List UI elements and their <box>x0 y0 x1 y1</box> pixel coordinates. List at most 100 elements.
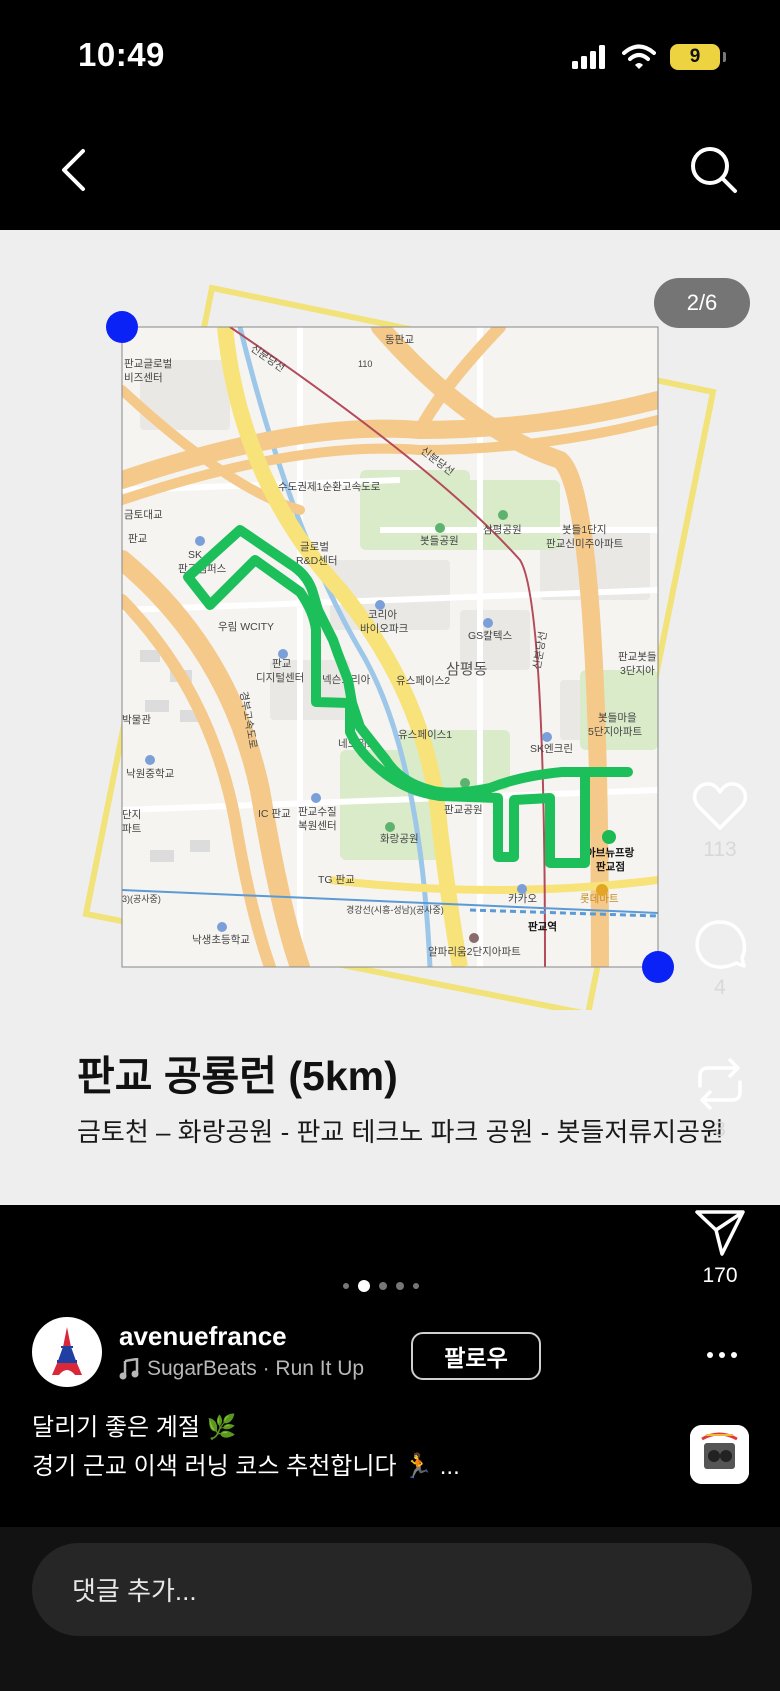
carousel-dot <box>343 1283 349 1289</box>
author-row: avenuefrance SugarBeats · Run It Up 팔로우 <box>32 1317 752 1389</box>
more-options-button[interactable] <box>692 1335 752 1375</box>
carousel-dot <box>413 1283 419 1289</box>
search-button[interactable] <box>684 140 744 200</box>
map-label-hwarang: 화랑공원 <box>380 833 419 845</box>
music-thumbnail[interactable] <box>690 1425 749 1484</box>
comment-count: 4 <box>714 976 726 999</box>
post-subtitle: 금토천 – 화랑공원 - 판교 테크노 파크 공원 - 봇들저류지공원 <box>77 1117 724 1147</box>
page-indicator: 2/6 <box>654 278 750 328</box>
more-dot <box>707 1352 713 1358</box>
map-label-sudogwon: 수도권제1순환고속도로 <box>278 481 381 493</box>
map-label-sampyeong-dong: 삼평동 <box>446 661 488 678</box>
map-label-pangyo-global: 판교글로벌 <box>124 358 172 370</box>
signal-icon <box>572 45 605 69</box>
music-info[interactable]: SugarBeats · Run It Up <box>119 1357 364 1381</box>
map-label-gyeonggang-left: 3)(공사중) <box>122 894 161 904</box>
battery-icon: 9 <box>670 44 726 70</box>
map-label-biz-center: 비즈센터 <box>124 372 163 384</box>
map-label-apt-left2: 파트 <box>122 823 142 835</box>
music-label: SugarBeats · Run It Up <box>147 1357 365 1380</box>
status-bar: 10:49 9 <box>0 0 780 110</box>
share-count: 170 <box>702 1264 738 1287</box>
map-label-korea-bio1: 코리아 <box>368 609 397 621</box>
music-note-icon <box>119 1358 139 1380</box>
map-label-woorim: 우림 WCITY <box>218 621 274 633</box>
status-icons: 9 <box>572 42 726 72</box>
map-label-tg-pangyo: TG 판교 <box>318 874 355 886</box>
comment-button[interactable]: 4 <box>670 918 770 1000</box>
comment-placeholder: 댓글 추가... <box>72 1576 197 1606</box>
map-label-pangyo-station: 판교역 <box>528 920 557 933</box>
comment-bar: 댓글 추가... <box>0 1527 780 1691</box>
repost-button[interactable]: 3 <box>670 1056 770 1142</box>
map-label-avenue2: 판교점 <box>596 860 625 873</box>
chevron-left-icon <box>62 149 85 191</box>
carousel-dots <box>343 1280 419 1292</box>
follow-button[interactable]: 팔로우 <box>411 1332 541 1380</box>
like-button[interactable]: 113 <box>670 780 770 862</box>
wifi-icon <box>622 44 656 69</box>
caption-line-1: 달리기 좋은 계절 🌿 <box>32 1414 237 1441</box>
author-username[interactable]: avenuefrance <box>119 1321 287 1352</box>
map-label-botdeul1-b: 판교신미주아파트 <box>546 538 624 550</box>
album-art-icon <box>690 1425 749 1484</box>
search-icon <box>691 147 737 193</box>
map-label-pangyo-botdeul3-b: 3단지아 <box>620 665 655 677</box>
map-label-ic-pangyo: IC 판교 <box>258 808 291 820</box>
map-label-pangyo-left: 판교 <box>128 533 148 545</box>
map-label-gs-caltex: GS칼텍스 <box>468 629 512 642</box>
map-label-botdeul5-b: 5단지아파트 <box>588 726 642 738</box>
map-label-exit110: 110 <box>358 359 372 369</box>
map-label-pangyo-botdeul3-a: 판교봇들 <box>618 651 657 663</box>
map-label-museum: 박물관 <box>122 714 151 726</box>
repost-count: 3 <box>714 1118 726 1141</box>
map-label-dongpangyo: 동판교 <box>385 334 414 346</box>
post-title: 판교 공룡런 (5km) <box>77 1053 398 1099</box>
map-label-global-rnd2: R&D센터 <box>296 555 338 567</box>
map-label-digital2: 디지털센터 <box>256 672 304 684</box>
map-label-botdeul5-a: 봇들마을 <box>598 712 637 724</box>
battery-level: 9 <box>689 46 701 67</box>
map-label-global-rnd1: 글로벌 <box>300 541 329 553</box>
more-dot <box>731 1352 737 1358</box>
map-label-gyeonggang: 경강선(시흥-성남)(공사중) <box>346 904 444 915</box>
map-label-botdeul1-a: 봇들1단지 <box>562 524 606 536</box>
eiffel-tower-logo-icon <box>52 1327 82 1375</box>
carousel-dot <box>379 1282 387 1290</box>
avatar[interactable] <box>32 1317 102 1387</box>
heart-icon <box>692 782 748 830</box>
route-map[interactable]: 신분당선 신분당선 신분당선 동판교 110 판교글로벌 비즈센터 수도권제1순… <box>0 230 780 1010</box>
map-label-sk-campus1: SK <box>188 549 202 561</box>
post-card[interactable]: 신분당선 신분당선 신분당선 동판교 110 판교글로벌 비즈센터 수도권제1순… <box>0 230 780 1205</box>
map-label-alpharium: 알파리움2단지아파트 <box>428 946 521 958</box>
send-icon <box>695 1210 745 1256</box>
caption-line-2: 경기 근교 이색 러닝 코스 추천합니다 🏃 ... <box>32 1453 460 1480</box>
carousel-dot <box>396 1282 404 1290</box>
map-label-ues1: 유스페이스1 <box>398 729 452 741</box>
map-label-nakwon-middle: 낙원중학교 <box>126 768 175 780</box>
map-label-water2: 복원센터 <box>298 820 337 832</box>
more-dot <box>719 1352 725 1358</box>
map-label-ues2: 유스페이스2 <box>396 675 450 687</box>
map-base: 신분당선 신분당선 신분당선 동판교 110 판교글로벌 비즈센터 수도권제1순… <box>122 327 658 967</box>
back-button[interactable] <box>44 140 104 200</box>
map-label-naksaeng: 낙생초등학교 <box>192 934 250 946</box>
map-label-digital1: 판교 <box>272 658 292 670</box>
map-label-water1: 판교수질 <box>298 806 337 818</box>
like-count: 113 <box>703 838 737 861</box>
share-button[interactable]: 170 <box>670 1208 770 1288</box>
post-caption[interactable]: 달리기 좋은 계절 🌿 경기 근교 이색 러닝 코스 추천합니다 🏃 ... <box>32 1408 460 1486</box>
map-label-korea-bio2: 바이오파크 <box>360 623 409 635</box>
resize-handle-top-left[interactable] <box>106 311 138 343</box>
carousel-dot-active <box>358 1280 370 1292</box>
comment-input[interactable]: 댓글 추가... <box>32 1543 752 1636</box>
map-label-kakao: 카카오 <box>508 893 537 905</box>
status-time: 10:49 <box>78 36 165 73</box>
map-label-avenue1: 아브뉴프랑 <box>586 846 635 859</box>
map-label-geumto-bridge: 금토대교 <box>124 509 163 521</box>
map-label-apt-left1: 단지 <box>122 809 141 821</box>
repost-icon <box>698 1058 742 1110</box>
map-label-botdeul-park: 봇들공원 <box>420 535 459 547</box>
map-label-sampyeong-park: 삼평공원 <box>483 524 522 536</box>
top-nav <box>0 130 780 210</box>
